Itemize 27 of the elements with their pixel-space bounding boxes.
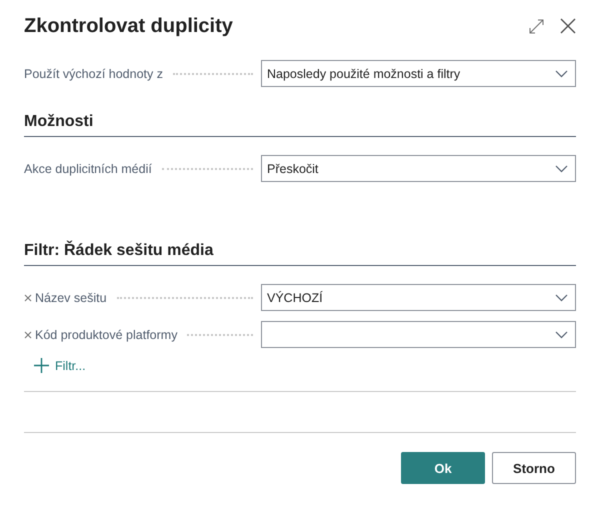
close-icon (24, 330, 32, 338)
close-icon (560, 18, 576, 34)
cancel-button[interactable]: Storno (492, 452, 576, 484)
remove-filter-button[interactable] (24, 294, 32, 302)
close-icon (24, 294, 32, 302)
field-label: Akce duplicitních médií (24, 162, 152, 176)
chevron-down-icon (555, 164, 568, 172)
section-heading: Filtr: Řádek sešitu média (24, 242, 576, 266)
dropdown-field[interactable]: Přeskočit (261, 155, 576, 182)
dropdown-field[interactable]: Naposledy použité možnosti a filtry (261, 60, 576, 87)
field-label: Použít výchozí hodnoty z (24, 66, 163, 80)
chevron-down-icon (555, 330, 568, 338)
field-label: Název sešitu (35, 290, 107, 304)
dialog-title: Zkontrolovat duplicity (24, 14, 233, 38)
dropdown-field[interactable] (261, 321, 576, 348)
chevron-down-icon (555, 70, 568, 78)
chevron-down-icon (555, 294, 568, 302)
expand-icon (529, 18, 544, 34)
field-label: Kód produktové platformy (35, 328, 178, 342)
add-filter-link[interactable]: Filtr... (34, 358, 86, 373)
ok-button[interactable]: Ok (401, 452, 485, 484)
plus-icon (34, 358, 49, 373)
close-button[interactable] (560, 18, 576, 34)
remove-filter-button[interactable] (24, 330, 32, 338)
expand-button[interactable] (529, 18, 544, 34)
section-heading: Možnosti (24, 113, 576, 137)
dropdown-field[interactable]: VÝCHOZÍ (261, 284, 576, 311)
